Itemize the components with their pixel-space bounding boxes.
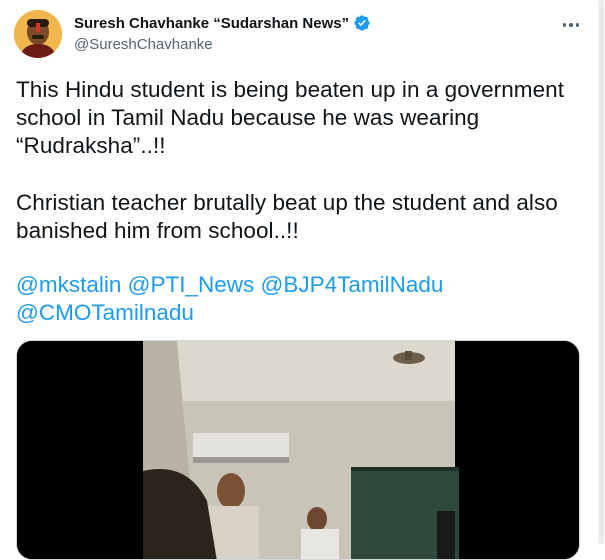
scrollbar-thumb[interactable] [599,0,604,544]
avatar[interactable] [14,10,62,58]
mentions: @mkstalin @PTI_News @BJP4TamilNadu @CMOT… [16,271,596,327]
more-dot [569,23,573,27]
tweet-line: This Hindu student is being beaten up in… [16,77,564,102]
display-name[interactable]: Suresh Chavhanke “Sudarshan News” [74,15,349,32]
name-row: Suresh Chavhanke “Sudarshan News” [74,13,371,33]
tweet-line: school in Tamil Nadu because he was wear… [16,105,480,130]
tweet-line: “Rudraksha”..!! [16,133,166,158]
more-options-icon[interactable] [558,14,584,36]
tweet-text: This Hindu student is being beaten up in… [16,76,596,245]
tweet-line: banished him from school..!! [16,218,299,243]
mention-link[interactable]: @CMOTamilnadu [16,300,194,325]
mention-link[interactable]: @BJP4TamilNadu [261,272,444,297]
more-dot [562,23,567,27]
tweet-line: Christian teacher brutally beat up the s… [16,190,558,215]
mention-link[interactable]: @mkstalin [16,272,121,297]
classroom-video-thumbnail [17,341,579,559]
tweet-video[interactable] [16,340,580,560]
scrollbar[interactable] [598,0,605,544]
profile-photo [14,10,62,58]
tweet-card[interactable]: Suresh Chavhanke “Sudarshan News” @Sures… [0,0,605,560]
user-handle[interactable]: @SureshChavhanke [74,36,371,53]
more-dot [575,23,580,27]
mention-link[interactable]: @PTI_News [128,272,255,297]
author-block: Suresh Chavhanke “Sudarshan News” @Sures… [74,13,371,53]
verified-badge-icon [353,14,371,32]
